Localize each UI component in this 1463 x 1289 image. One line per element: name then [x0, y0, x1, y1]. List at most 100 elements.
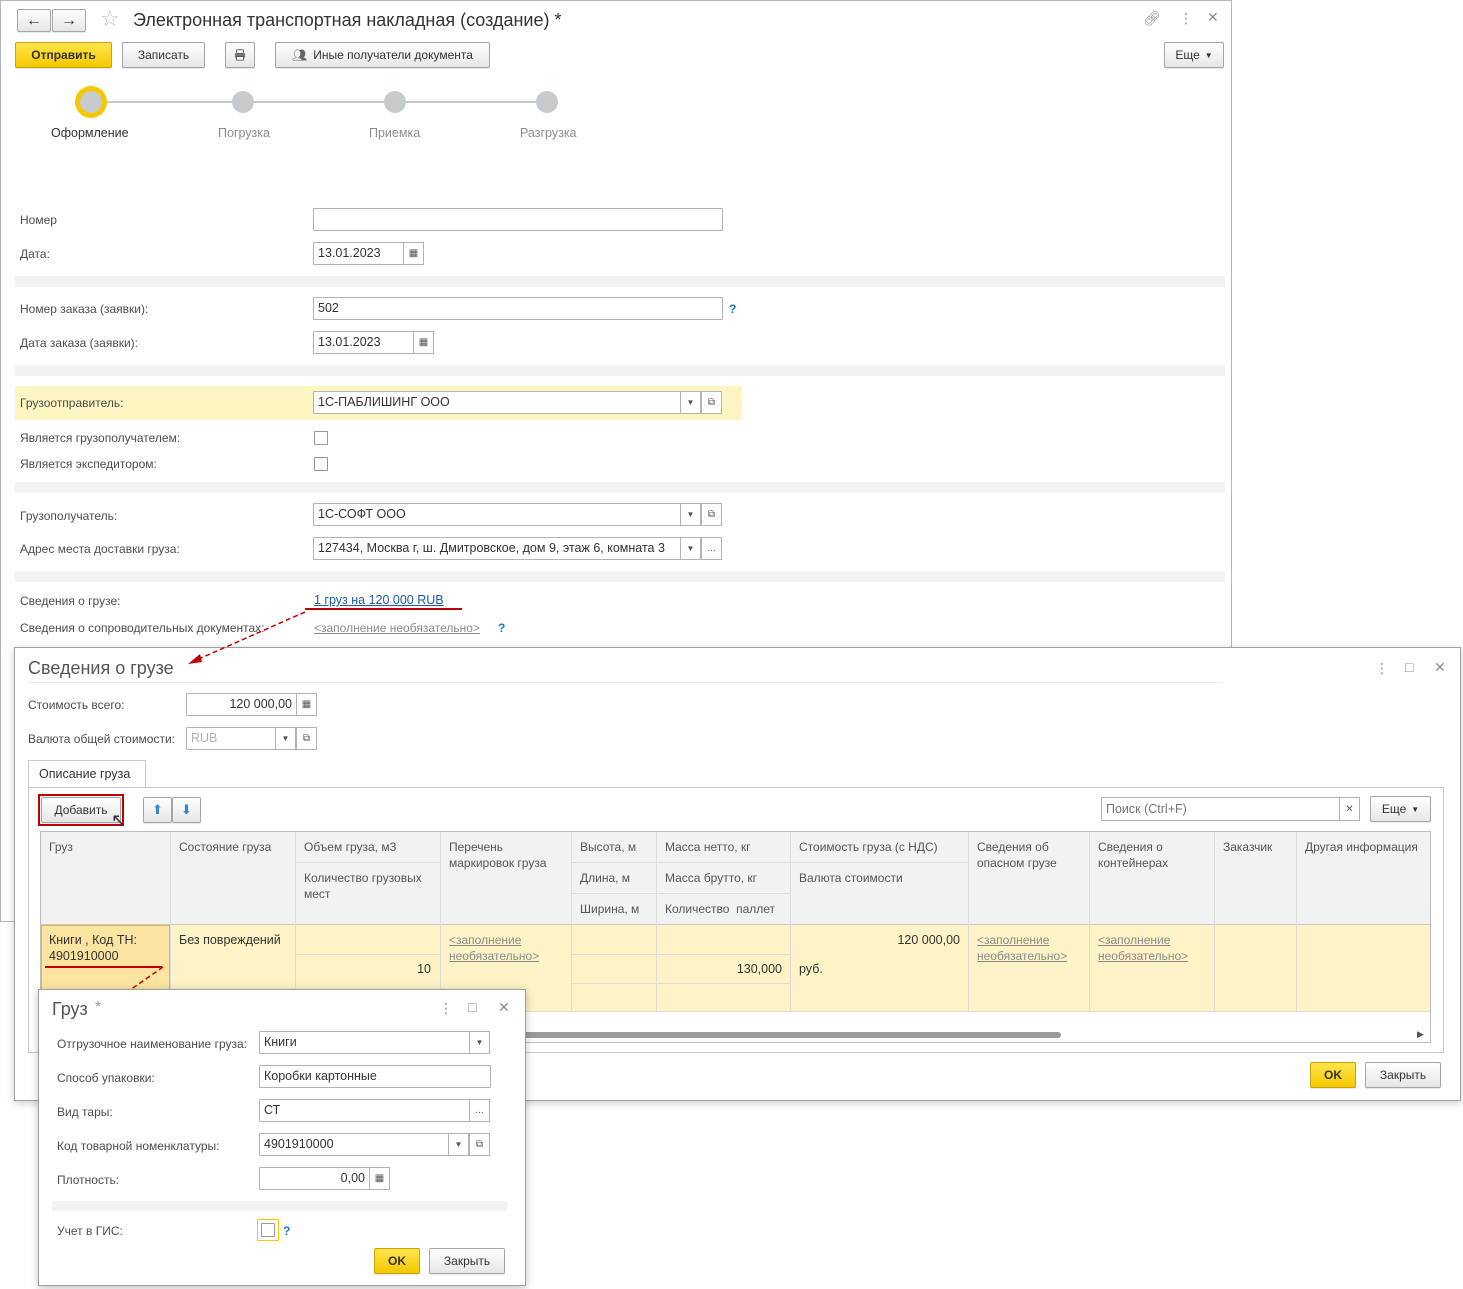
move-down-button[interactable]: ⬇	[172, 797, 201, 823]
help-icon[interactable]: ?	[283, 1224, 290, 1238]
tare-field[interactable]: СТ	[259, 1099, 470, 1122]
number-field[interactable]	[313, 208, 723, 231]
maximize-icon[interactable]: □	[1405, 659, 1413, 675]
clear-search-icon[interactable]: ✕	[1339, 797, 1360, 821]
cargo-info-link[interactable]: 1 груз на 120 000 RUB	[314, 593, 444, 607]
is-consignee-checkbox[interactable]	[314, 431, 328, 445]
maximize-icon[interactable]: □	[468, 999, 476, 1015]
open-icon[interactable]: ⧉	[701, 503, 722, 526]
back-button[interactable]: ←	[17, 9, 51, 32]
dropdown-icon[interactable]: ▼	[680, 391, 701, 414]
send-button[interactable]: Отправить	[15, 42, 112, 68]
shipper-field[interactable]: 1С-ПАБЛИШИНГ ООО	[313, 391, 681, 414]
col-header-width[interactable]: Ширина, м	[580, 901, 639, 917]
dropdown-icon[interactable]: ▼	[275, 727, 296, 750]
cell-places[interactable]: 10	[304, 961, 431, 977]
separator	[52, 1201, 507, 1211]
col-header-length[interactable]: Длина, м	[580, 870, 630, 886]
calculator-icon[interactable]: ▦	[296, 693, 317, 716]
col-header-state[interactable]: Состояние груза	[179, 839, 271, 855]
address-field[interactable]: 127434, Москва г, ш. Дмитровское, дом 9,…	[313, 537, 681, 560]
more-vert-icon[interactable]: ⋮	[439, 1000, 453, 1017]
move-up-button[interactable]: ⬆	[143, 797, 172, 823]
cell-cargo[interactable]: Книги , Код ТН: 4901910000	[49, 932, 167, 964]
step-dot[interactable]	[232, 91, 254, 113]
density-field[interactable]: 0,00	[259, 1167, 370, 1190]
total-cost-field[interactable]: 120 000,00	[186, 693, 297, 716]
link-icon[interactable]: 🔗︎	[1143, 10, 1161, 27]
shipping-name-field[interactable]: Книги	[259, 1031, 470, 1054]
cell-gross[interactable]: 130,000	[665, 961, 782, 977]
cell-cost[interactable]: 120 000,00	[799, 932, 960, 948]
col-header-cargo[interactable]: Груз	[49, 839, 73, 855]
close-icon[interactable]: ✕	[498, 999, 510, 1016]
dropdown-icon[interactable]: ▼	[680, 503, 701, 526]
open-icon[interactable]: ⧉	[469, 1133, 490, 1156]
col-header-customer[interactable]: Заказчик	[1223, 839, 1272, 855]
col-divider	[440, 832, 441, 1011]
more-vert-icon[interactable]: ⋮	[1375, 660, 1389, 677]
help-icon[interactable]: ?	[498, 621, 505, 635]
cell-containers[interactable]: <заполнение необязательно>	[1098, 932, 1208, 964]
date-field[interactable]: 13.01.2023	[313, 242, 404, 265]
more-vert-icon[interactable]: ⋮	[1179, 10, 1193, 27]
step-dot[interactable]	[536, 91, 558, 113]
dropdown-icon[interactable]: ▼	[680, 537, 701, 560]
col-header-net[interactable]: Масса нетто, кг	[665, 839, 751, 855]
code-field[interactable]: 4901910000	[259, 1133, 449, 1156]
step-label-active: Оформление	[51, 126, 129, 140]
forward-button[interactable]: →	[52, 9, 86, 32]
search-input[interactable]	[1101, 797, 1340, 821]
col-header-cost[interactable]: Стоимость груза (с НДС)	[799, 839, 938, 855]
order-number-field[interactable]: 502	[313, 297, 723, 320]
ellipsis-icon[interactable]: ...	[469, 1099, 490, 1122]
is-forwarder-checkbox[interactable]	[314, 457, 328, 471]
order-date-field[interactable]: 13.01.2023	[313, 331, 414, 354]
calendar-icon[interactable]: ▦	[413, 331, 434, 354]
dropdown-icon[interactable]: ▼	[469, 1031, 490, 1054]
calendar-icon[interactable]: ▦	[403, 242, 424, 265]
step-dot[interactable]	[384, 91, 406, 113]
scrollbar-thumb[interactable]	[521, 1032, 1061, 1038]
more-button[interactable]: Еще ▼	[1164, 42, 1224, 68]
star-icon[interactable]: ☆	[100, 6, 120, 32]
close-icon[interactable]: ✕	[1207, 9, 1219, 26]
packing-field[interactable]: Коробки картонные	[259, 1065, 491, 1088]
docs-link[interactable]: <заполнение необязательно>	[314, 621, 480, 635]
ellipsis-icon[interactable]: ...	[701, 537, 722, 560]
cell-state[interactable]: Без повреждений	[179, 932, 281, 948]
consignee-field[interactable]: 1С-СОФТ ООО	[313, 503, 681, 526]
col-header-dangerous[interactable]: Сведения об опасном грузе	[977, 839, 1082, 871]
cell-currency[interactable]: руб.	[799, 961, 823, 977]
open-icon[interactable]: ⧉	[296, 727, 317, 750]
col-header-markings[interactable]: Перечень маркировок груза	[449, 839, 569, 871]
scroll-right-icon[interactable]: ▶	[1417, 1029, 1424, 1040]
col-header-currency[interactable]: Валюта стоимости	[799, 870, 903, 886]
ok-button[interactable]: OK	[1310, 1062, 1356, 1088]
col-header-places[interactable]: Количество грузовых мест	[304, 870, 436, 902]
print-button[interactable]	[225, 42, 255, 68]
col-header-gross[interactable]: Масса брутто, кг	[665, 870, 757, 886]
col-header-containers[interactable]: Сведения о контейнерах	[1098, 839, 1203, 871]
col-header-pallets[interactable]: Количество паллет	[665, 901, 775, 917]
gis-checkbox[interactable]	[261, 1223, 275, 1237]
open-icon[interactable]: ⧉	[701, 391, 722, 414]
help-icon[interactable]: ?	[729, 302, 736, 316]
currency-field[interactable]: RUB	[186, 727, 276, 750]
col-header-other[interactable]: Другая информация	[1305, 839, 1418, 855]
calculator-icon[interactable]: ▦	[369, 1167, 390, 1190]
col-header-height[interactable]: Высота, м	[580, 839, 636, 855]
close-icon[interactable]: ✕	[1434, 659, 1446, 676]
close-button[interactable]: Закрыть	[1365, 1062, 1441, 1088]
cell-dangerous[interactable]: <заполнение необязательно>	[977, 932, 1087, 964]
other-recipients-button[interactable]: 👥︎ Иные получатели документа	[275, 42, 490, 68]
save-button[interactable]: Записать	[122, 42, 205, 68]
grid-more-button[interactable]: Еще ▼	[1370, 796, 1431, 822]
dropdown-icon[interactable]: ▼	[448, 1133, 469, 1156]
ok-button[interactable]: OK	[374, 1248, 420, 1274]
close-button[interactable]: Закрыть	[429, 1248, 505, 1274]
col-header-volume[interactable]: Объем груза, м3	[304, 839, 396, 855]
col-divider	[1089, 832, 1090, 1011]
cell-markings[interactable]: <заполнение необязательно>	[449, 932, 559, 964]
tab-cargo-description[interactable]: Описание груза	[28, 760, 146, 788]
